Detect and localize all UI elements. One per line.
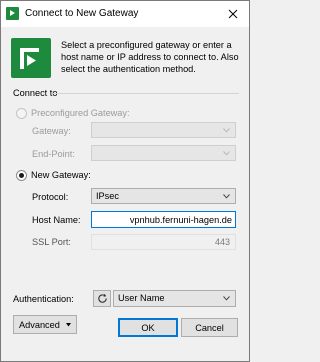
gateway-label: Gateway: xyxy=(32,126,71,136)
host-name-input[interactable] xyxy=(92,212,235,227)
ok-button-label: OK xyxy=(141,322,155,333)
app-logo-icon xyxy=(6,7,19,20)
protocol-label: Protocol: xyxy=(32,192,69,202)
new-gateway-label: New Gateway: xyxy=(31,170,91,180)
preconfigured-gateway-label: Preconfigured Gateway: xyxy=(31,108,130,118)
chevron-down-icon xyxy=(223,128,230,133)
chevron-down-icon xyxy=(223,296,230,301)
ssl-port-field[interactable]: 443 xyxy=(91,234,236,250)
section-divider xyxy=(53,93,239,94)
window-title: Connect to New Gateway xyxy=(25,8,139,19)
gateway-logo-icon xyxy=(11,38,51,78)
endpoint-select[interactable] xyxy=(91,145,236,161)
cancel-button[interactable]: Cancel xyxy=(181,318,238,337)
chevron-down-icon xyxy=(223,194,230,199)
chevron-down-icon xyxy=(66,323,71,327)
advanced-button[interactable]: Advanced xyxy=(13,315,77,334)
refresh-auth-button[interactable] xyxy=(93,290,111,307)
chevron-down-icon xyxy=(223,151,230,156)
title-bar[interactable]: Connect to New Gateway xyxy=(1,1,249,27)
new-gateway-radio[interactable] xyxy=(16,170,27,181)
dialog-window: Connect to New Gateway Select a preconfi… xyxy=(0,0,250,362)
ssl-port-label: SSL Port: xyxy=(32,237,71,247)
authentication-select[interactable]: User Name xyxy=(113,290,236,307)
close-icon xyxy=(228,9,238,19)
authentication-label: Authentication: xyxy=(13,294,74,304)
protocol-select-value: IPsec xyxy=(96,191,119,201)
authentication-select-value: User Name xyxy=(118,293,165,303)
ssl-port-value: 443 xyxy=(214,237,230,247)
ok-button[interactable]: OK xyxy=(118,318,178,337)
refresh-icon xyxy=(97,293,107,303)
protocol-select[interactable]: IPsec xyxy=(91,188,236,204)
gateway-select[interactable] xyxy=(91,122,236,138)
intro-text: Select a preconfigured gateway or enter … xyxy=(61,40,239,74)
connect-to-label: Connect to xyxy=(13,88,58,98)
preconfigured-gateway-radio[interactable] xyxy=(16,108,27,119)
advanced-button-label: Advanced xyxy=(19,319,60,330)
host-name-label: Host Name: xyxy=(32,215,81,225)
endpoint-label: End-Point: xyxy=(32,149,75,159)
cancel-button-label: Cancel xyxy=(195,322,224,333)
close-button[interactable] xyxy=(217,1,249,27)
host-name-field[interactable] xyxy=(91,211,236,228)
